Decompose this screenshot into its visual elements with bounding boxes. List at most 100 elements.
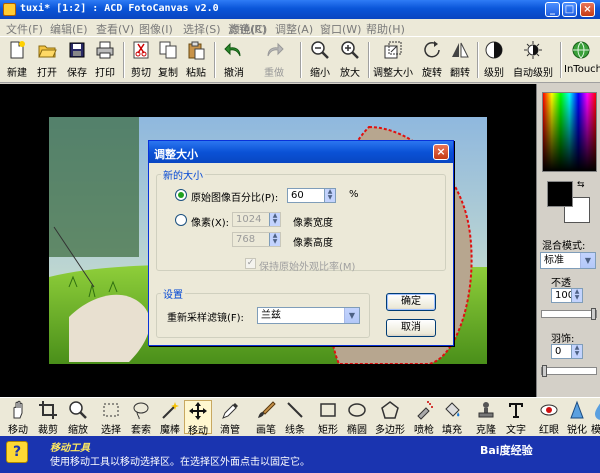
tool-move-selection[interactable]: 移动 bbox=[184, 400, 212, 437]
cancel-button[interactable]: 取消 bbox=[386, 319, 436, 337]
open-button[interactable]: 打开 bbox=[34, 40, 60, 80]
keep-aspect-checkbox[interactable]: ✓ bbox=[245, 258, 256, 269]
tool-fill[interactable]: 填充 bbox=[438, 400, 466, 436]
minimize-button[interactable]: _ bbox=[545, 2, 560, 17]
chevron-down-icon[interactable]: ▼ bbox=[344, 308, 359, 323]
copy-button[interactable]: 复制 bbox=[155, 40, 181, 80]
tools-bar: 移动 裁剪 缩放 选择 套索 魔棒 移动 滴管 画笔 线条 矩形 椭圆 多边形 … bbox=[0, 397, 600, 437]
color-picker-spectrum[interactable] bbox=[542, 92, 597, 172]
feather-slider[interactable] bbox=[541, 365, 597, 377]
polygon-icon bbox=[381, 401, 399, 419]
menu-file[interactable]: 文件(F) bbox=[6, 21, 43, 37]
eyedropper-icon bbox=[222, 403, 238, 419]
app-icon[interactable] bbox=[3, 3, 16, 16]
chevron-down-icon[interactable]: ▼ bbox=[580, 253, 595, 268]
tool-select[interactable]: 选择 bbox=[97, 400, 125, 436]
toolbar-separator bbox=[560, 42, 562, 78]
window-title: tuxi* [1:2] : ACD FotoCanvas v2.0 bbox=[20, 3, 219, 14]
percent-radio[interactable] bbox=[175, 189, 187, 201]
width-spinner[interactable]: ▲ ▼ bbox=[269, 213, 280, 226]
menu-select[interactable]: 选择(S) bbox=[183, 21, 221, 37]
percent-label: 原始图像百分比(P): bbox=[191, 193, 279, 204]
pixels-label: 像素(X): bbox=[191, 218, 230, 229]
tool-blur[interactable]: 模糊 bbox=[591, 400, 600, 434]
menu-window[interactable]: 窗口(W) bbox=[320, 21, 361, 37]
height-input[interactable]: 768 ▲ ▼ bbox=[232, 232, 281, 247]
redo-button[interactable]: 重做 bbox=[260, 40, 288, 80]
opacity-slider[interactable] bbox=[541, 308, 597, 320]
tool-brush[interactable]: 画笔 bbox=[252, 400, 280, 436]
ok-button[interactable]: 确定 bbox=[386, 293, 436, 311]
canvas-area[interactable]: 调整大小 × 新的大小 原始图像百分比(P): 60 ▲ ▼ % 像素(X): 1… bbox=[0, 84, 536, 397]
percent-unit: % bbox=[349, 189, 359, 200]
feather-slider-thumb[interactable] bbox=[542, 365, 547, 377]
width-input[interactable]: 1024 ▲ ▼ bbox=[232, 212, 281, 227]
tool-sharpen[interactable]: 锐化 bbox=[563, 400, 591, 436]
close-window-button[interactable]: × bbox=[580, 2, 595, 17]
height-spinner[interactable]: ▲ ▼ bbox=[269, 233, 280, 246]
flip-button[interactable]: 翻转 bbox=[447, 40, 473, 80]
undo-button[interactable]: 撤消 bbox=[220, 40, 248, 80]
tool-magic-wand[interactable]: 魔棒 bbox=[156, 400, 184, 436]
auto-levels-button[interactable]: 自动级别 bbox=[511, 40, 555, 80]
feather-input[interactable]: 0 ▲ ▼ bbox=[551, 344, 583, 359]
foreground-color-swatch[interactable] bbox=[547, 181, 573, 207]
opacity-slider-thumb[interactable] bbox=[591, 308, 596, 320]
pixels-radio[interactable] bbox=[175, 214, 187, 226]
tool-text[interactable]: 文字 bbox=[502, 400, 530, 436]
cut-button[interactable]: 剪切 bbox=[128, 40, 154, 80]
tool-move[interactable]: 移动 bbox=[4, 400, 32, 436]
tool-red-eye[interactable]: 红眼 bbox=[535, 400, 563, 436]
magnifier-icon bbox=[69, 401, 87, 419]
tool-eyedropper[interactable]: 滴管 bbox=[216, 400, 244, 436]
menu-edit[interactable]: 编辑(E) bbox=[50, 21, 88, 37]
tool-airbrush[interactable]: 喷枪 bbox=[410, 400, 438, 436]
zoom-in-button[interactable]: 放大 bbox=[336, 40, 364, 80]
paint-bucket-icon bbox=[445, 402, 460, 417]
zoom-in-icon bbox=[341, 41, 359, 59]
resample-label: 重新采样滤镜(F): bbox=[167, 313, 244, 324]
opacity-spinner[interactable]: ▲ ▼ bbox=[571, 289, 582, 302]
feather-spinner[interactable]: ▲ ▼ bbox=[571, 345, 582, 358]
tool-zoom[interactable]: 缩放 bbox=[64, 400, 92, 436]
dialog-close-button[interactable]: × bbox=[433, 144, 449, 160]
percent-input[interactable]: 60 ▲ ▼ bbox=[287, 188, 336, 203]
dialog-title-bar[interactable]: 调整大小 × bbox=[149, 141, 453, 163]
window-title-bar[interactable]: tuxi* [1:2] : ACD FotoCanvas v2.0 _ □ × bbox=[0, 0, 600, 19]
resize-button[interactable]: 调整大小 bbox=[371, 40, 415, 80]
menu-help[interactable]: 帮助(H) bbox=[366, 21, 405, 37]
menu-adjust[interactable]: 调整(A) bbox=[275, 21, 313, 37]
save-button[interactable]: 保存 bbox=[64, 40, 90, 80]
tool-polygon[interactable]: 多边形 bbox=[373, 400, 407, 436]
menu-view[interactable]: 查看(V) bbox=[96, 21, 134, 37]
resample-select[interactable]: 兰兹 ▼ bbox=[257, 307, 360, 324]
blend-mode-select[interactable]: 标准 ▼ bbox=[540, 252, 596, 269]
open-folder-icon bbox=[38, 45, 57, 58]
save-disk-icon bbox=[69, 42, 85, 58]
tool-crop[interactable]: 裁剪 bbox=[34, 400, 62, 436]
redo-arrow-icon bbox=[267, 42, 284, 57]
zoom-out-button[interactable]: 缩小 bbox=[306, 40, 334, 80]
menu-image[interactable]: 图像(I) bbox=[139, 21, 173, 37]
new-file-icon bbox=[10, 41, 25, 59]
printer-icon bbox=[96, 41, 114, 59]
menu-color[interactable]: 颜色(C) bbox=[229, 21, 267, 37]
toolbar-separator bbox=[368, 42, 370, 78]
new-button[interactable]: 新建 bbox=[4, 40, 30, 80]
maximize-button[interactable]: □ bbox=[562, 2, 577, 17]
tool-clone[interactable]: 克隆 bbox=[472, 400, 500, 436]
tool-ellipse[interactable]: 椭圆 bbox=[343, 400, 371, 436]
swap-colors-icon[interactable]: ⇆ bbox=[577, 180, 585, 190]
opacity-input[interactable]: 100 ▲ ▼ bbox=[551, 288, 583, 303]
percent-spinner[interactable]: ▲ ▼ bbox=[324, 189, 335, 202]
intouch-button[interactable]: InTouch bbox=[564, 40, 600, 80]
paste-button[interactable]: 粘贴 bbox=[183, 40, 209, 80]
tool-rectangle[interactable]: 矩形 bbox=[314, 400, 342, 436]
levels-button[interactable]: 级别 bbox=[481, 40, 507, 80]
new-size-legend: 新的大小 bbox=[163, 171, 203, 182]
tool-lasso[interactable]: 套索 bbox=[127, 400, 155, 436]
print-button[interactable]: 打印 bbox=[92, 40, 118, 80]
tool-line[interactable]: 线条 bbox=[281, 400, 309, 436]
toolbar-separator bbox=[123, 42, 125, 78]
rotate-button[interactable]: 旋转 bbox=[419, 40, 445, 80]
